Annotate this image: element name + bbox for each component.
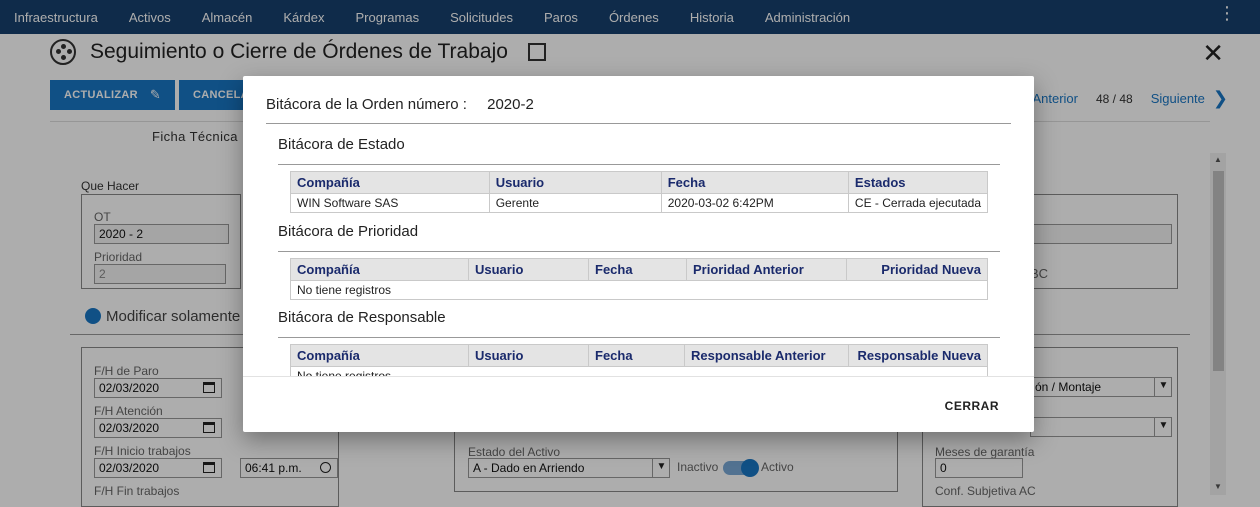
column-header: Responsable Anterior <box>684 344 849 367</box>
cell-usuario: Gerente <box>488 193 662 213</box>
table-row: WIN Software SAS Gerente 2020-03-02 6:42… <box>290 193 989 213</box>
column-header: Fecha <box>660 171 849 194</box>
column-header: Responsable Nueva <box>848 344 988 367</box>
column-header: Compañía <box>290 258 469 281</box>
section-divider <box>278 251 1000 252</box>
column-header: Fecha <box>588 258 687 281</box>
empty-message: No tiene registros <box>290 366 988 376</box>
responsable-section-title: Bitácora de Responsable <box>278 309 446 326</box>
column-header: Compañía <box>290 344 469 367</box>
table-row: No tiene registros <box>290 280 988 300</box>
empty-message: No tiene registros <box>290 280 988 300</box>
column-header: Prioridad Anterior <box>686 258 847 281</box>
order-number: 2020-2 <box>487 96 534 113</box>
column-header: Compañía <box>290 171 490 194</box>
cell-compania: WIN Software SAS <box>290 193 490 213</box>
dialog-header: Bitácora de la Orden número : 2020-2 <box>266 96 534 113</box>
section-divider <box>278 337 1000 338</box>
dialog-footer: CERRAR <box>243 376 1034 432</box>
column-header: Usuario <box>488 171 662 194</box>
cell-estado: CE - Cerrada ejecutada <box>847 193 989 213</box>
table-row: No tiene registros <box>290 366 988 376</box>
column-header: Prioridad Nueva <box>846 258 988 281</box>
prioridad-section-title: Bitácora de Prioridad <box>278 223 419 240</box>
section-divider <box>278 164 1000 165</box>
estado-section-title: Bitácora de Estado <box>278 136 405 153</box>
close-button[interactable]: CERRAR <box>945 399 999 413</box>
column-header: Usuario <box>468 258 589 281</box>
prioridad-table: Compañía Usuario Fecha Prioridad Anterio… <box>290 258 988 300</box>
estado-table: Compañía Usuario Fecha Estados WIN Softw… <box>290 171 989 213</box>
dialog-body: Bitácora de Estado Compañía Usuario Fech… <box>266 124 1026 376</box>
cell-fecha: 2020-03-02 6:42PM <box>660 193 849 213</box>
column-header: Usuario <box>468 344 589 367</box>
responsable-table: Compañía Usuario Fecha Responsable Anter… <box>290 344 988 376</box>
column-header: Estados <box>847 171 989 194</box>
dialog-header-label: Bitácora de la Orden número : <box>266 96 467 113</box>
column-header: Fecha <box>588 344 685 367</box>
bitacora-dialog: Bitácora de la Orden número : 2020-2 Bit… <box>243 76 1034 432</box>
